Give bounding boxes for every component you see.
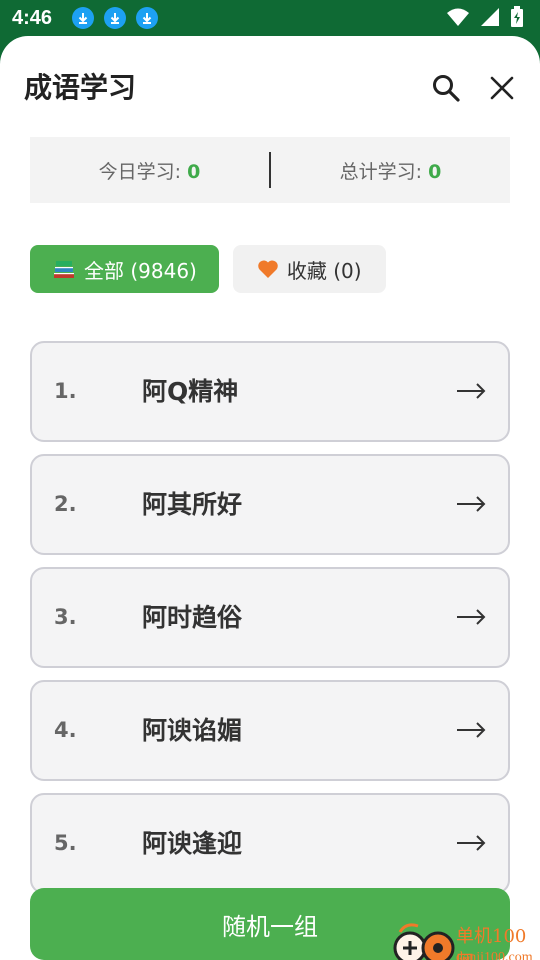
list-item[interactable]: 3. 阿时趋俗 <box>30 567 510 668</box>
filter-chips: 全部 (9846) 收藏 (0) <box>30 245 386 293</box>
today-stat: 今日学习: 0 <box>30 157 269 184</box>
arrow-right-icon <box>456 494 486 518</box>
item-idiom: 阿谀谄媚 <box>142 716 243 745</box>
signal-icon <box>480 7 500 31</box>
status-bar: 4:46 <box>0 0 540 36</box>
status-time: 4:46 <box>12 6 53 29</box>
battery-icon <box>510 6 524 32</box>
filter-favorites-chip[interactable]: 收藏 (0) <box>232 245 386 293</box>
total-label: 总计学习: <box>339 160 429 183</box>
arrow-right-icon <box>456 607 486 631</box>
idiom-list: 1. 阿Q精神 2. 阿其所好 3. 阿时趋俗 4. 阿谀谄媚 5. 阿谀逢迎 <box>30 341 510 906</box>
filter-all-label: 全部 (9846) <box>84 258 197 283</box>
list-item[interactable]: 2. 阿其所好 <box>30 454 510 555</box>
item-idiom: 阿Q精神 <box>142 377 239 406</box>
arrow-right-icon <box>456 720 486 744</box>
item-idiom: 阿其所好 <box>142 490 243 519</box>
item-idiom: 阿谀逢迎 <box>142 829 243 858</box>
stats-panel: 今日学习: 0 总计学习: 0 <box>30 137 510 203</box>
wifi-icon <box>446 7 470 31</box>
today-label: 今日学习: <box>98 160 188 183</box>
site-watermark: 单机100网 danji100.com <box>392 916 540 960</box>
total-count: 0 <box>428 160 442 183</box>
download-icon <box>104 7 127 29</box>
item-idiom: 阿时趋俗 <box>142 603 243 632</box>
item-number: 3. <box>54 605 77 629</box>
arrow-right-icon <box>456 381 486 405</box>
item-number: 5. <box>54 831 77 855</box>
list-item[interactable]: 1. 阿Q精神 <box>30 341 510 442</box>
arrow-right-icon <box>456 833 486 857</box>
watermark-en: danji100.com <box>456 950 533 960</box>
item-number: 4. <box>54 718 77 742</box>
filter-favorites-label: 收藏 (0) <box>286 258 362 283</box>
search-icon[interactable] <box>428 70 464 106</box>
item-number: 1. <box>54 379 77 403</box>
books-icon <box>52 258 76 280</box>
total-stat: 总计学习: 0 <box>271 157 510 184</box>
heart-icon <box>257 259 279 279</box>
download-icon <box>136 7 159 29</box>
item-number: 2. <box>54 492 77 516</box>
watermark-logo-icon <box>392 916 458 960</box>
today-count: 0 <box>187 160 201 183</box>
list-item[interactable]: 4. 阿谀谄媚 <box>30 680 510 781</box>
download-icon <box>72 7 95 29</box>
close-icon[interactable] <box>484 70 520 106</box>
bottom-sheet: 成语学习 今日学习: 0 总计学习: 0 全部 (9846) 收藏 (0) 1.… <box>0 36 540 960</box>
filter-all-chip[interactable]: 全部 (9846) <box>30 245 219 293</box>
list-item[interactable]: 5. 阿谀逢迎 <box>30 793 510 894</box>
header: 成语学习 <box>24 66 520 110</box>
